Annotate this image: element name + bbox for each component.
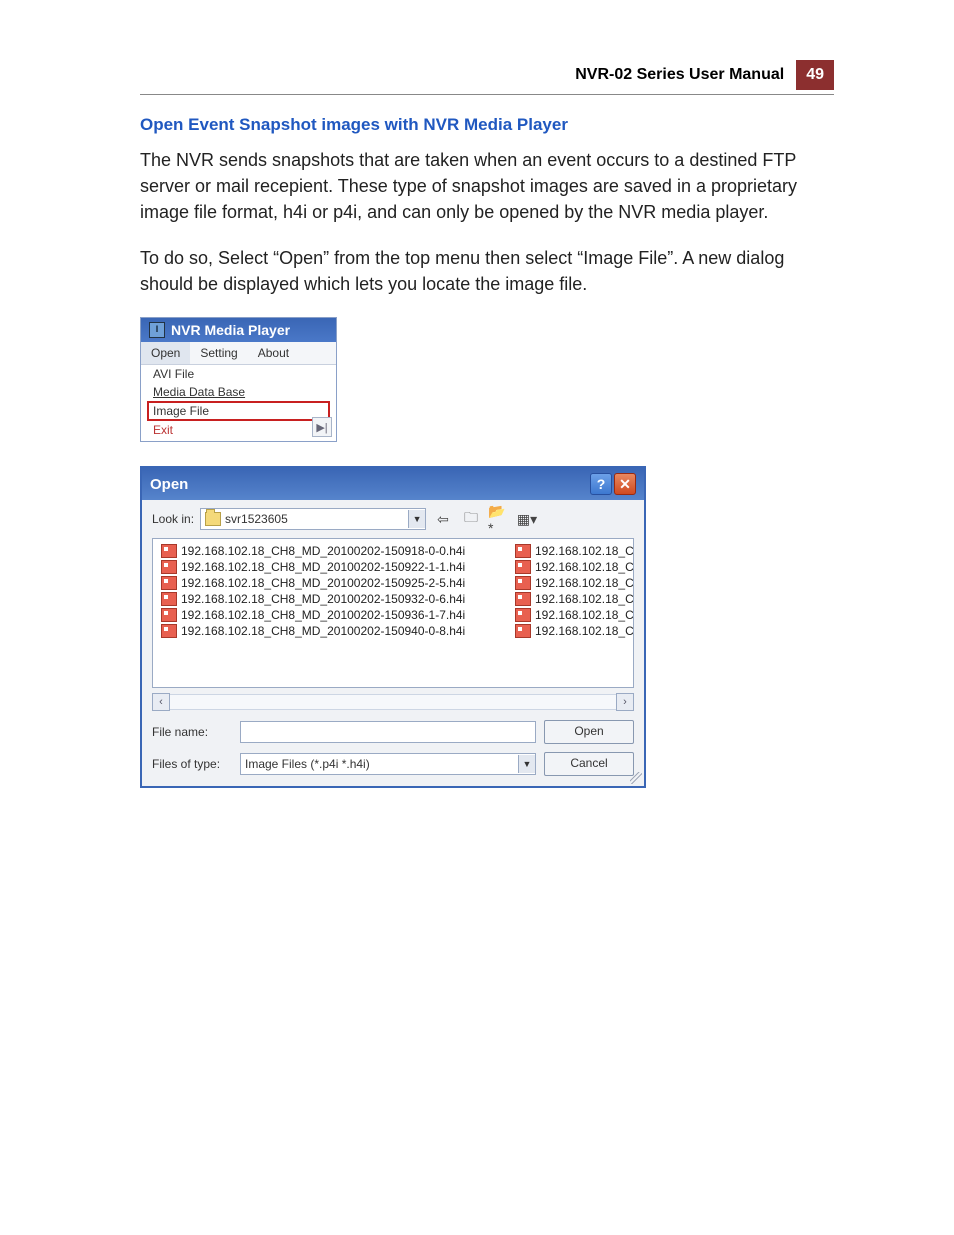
nvr-window-title: NVR Media Player bbox=[171, 322, 290, 338]
back-icon[interactable]: ⇦ bbox=[432, 509, 454, 529]
file-icon bbox=[161, 576, 177, 590]
file-item[interactable]: 192.168.102.18_CH8_MD_20100202-150925-2-… bbox=[161, 575, 499, 591]
page-number: 49 bbox=[796, 60, 834, 90]
scroll-left-icon[interactable]: ‹ bbox=[152, 693, 170, 711]
file-name-label: File name: bbox=[152, 725, 232, 739]
file-type-combo[interactable]: Image Files (*.p4i *.h4i) ▼ bbox=[240, 753, 536, 775]
folder-icon bbox=[205, 512, 221, 526]
nvr-media-player-window: I NVR Media Player Open Setting About AV… bbox=[140, 317, 337, 442]
resize-grip-icon[interactable] bbox=[630, 772, 642, 784]
view-menu-icon[interactable]: ▦▾ bbox=[516, 509, 538, 529]
page-header: NVR-02 Series User Manual 49 bbox=[140, 60, 834, 95]
file-icon bbox=[161, 544, 177, 558]
open-dialog-window: Open ? ✕ Look in: svr1523605 ▼ ⇦ 🗀 📂* ▦▾… bbox=[140, 466, 646, 788]
nvr-window-titlebar: I NVR Media Player bbox=[141, 318, 336, 342]
chevron-down-icon[interactable]: ▼ bbox=[518, 755, 535, 773]
menu-setting[interactable]: Setting bbox=[190, 342, 247, 364]
file-item[interactable]: 192.168.102.18_C bbox=[515, 623, 634, 639]
file-name-input[interactable] bbox=[240, 721, 536, 743]
up-one-level-icon[interactable]: 🗀 bbox=[460, 509, 482, 529]
menu-about[interactable]: About bbox=[248, 342, 299, 364]
open-dialog-titlebar: Open ? ✕ bbox=[142, 468, 644, 500]
file-list-col-1: 192.168.102.18_CH8_MD_20100202-150918-0-… bbox=[153, 539, 507, 687]
menu-item-exit[interactable]: Exit bbox=[141, 421, 336, 439]
menu-item-image-file[interactable]: Image File bbox=[147, 401, 330, 421]
chevron-down-icon[interactable]: ▼ bbox=[408, 510, 425, 528]
open-dialog-bottom: File name: Open Files of type: Image Fil… bbox=[142, 710, 644, 786]
file-type-value: Image Files (*.p4i *.h4i) bbox=[245, 757, 370, 771]
paragraph-2: To do so, Select “Open” from the top men… bbox=[140, 245, 834, 297]
file-item[interactable]: 192.168.102.18_C bbox=[515, 607, 634, 623]
paragraph-1: The NVR sends snapshots that are taken w… bbox=[140, 147, 834, 225]
close-icon[interactable]: ✕ bbox=[614, 473, 636, 495]
look-in-value: svr1523605 bbox=[225, 512, 288, 526]
file-icon bbox=[161, 624, 177, 638]
menu-item-avi-file[interactable]: AVI File bbox=[141, 365, 336, 383]
open-button[interactable]: Open bbox=[544, 720, 634, 744]
file-list-col-2: 192.168.102.18_C 192.168.102.18_C 192.16… bbox=[507, 539, 634, 687]
file-item[interactable]: 192.168.102.18_C bbox=[515, 559, 634, 575]
file-icon bbox=[515, 544, 531, 558]
file-type-label: Files of type: bbox=[152, 757, 232, 771]
file-list-area[interactable]: 192.168.102.18_CH8_MD_20100202-150918-0-… bbox=[152, 538, 634, 688]
help-icon[interactable]: ? bbox=[590, 473, 612, 495]
horizontal-scrollbar[interactable]: ‹ › bbox=[152, 694, 634, 710]
file-item[interactable]: 192.168.102.18_CH8_MD_20100202-150932-0-… bbox=[161, 591, 499, 607]
menu-item-media-database[interactable]: Media Data Base bbox=[141, 383, 336, 401]
file-icon bbox=[161, 592, 177, 606]
scroll-track[interactable] bbox=[170, 694, 616, 710]
file-item[interactable]: 192.168.102.18_CH8_MD_20100202-150918-0-… bbox=[161, 543, 499, 559]
file-icon bbox=[515, 576, 531, 590]
open-menu-dropdown: AVI File Media Data Base Image File Exit… bbox=[141, 365, 336, 441]
menu-open[interactable]: Open bbox=[141, 342, 190, 364]
file-item[interactable]: 192.168.102.18_C bbox=[515, 575, 634, 591]
file-icon bbox=[161, 608, 177, 622]
file-item[interactable]: 192.168.102.18_CH8_MD_20100202-150940-0-… bbox=[161, 623, 499, 639]
look-in-label: Look in: bbox=[152, 512, 194, 526]
header-title: NVR-02 Series User Manual bbox=[575, 66, 784, 84]
nvr-menubar: Open Setting About bbox=[141, 342, 336, 365]
open-dialog-toolbar: Look in: svr1523605 ▼ ⇦ 🗀 📂* ▦▾ bbox=[142, 500, 644, 538]
file-icon bbox=[515, 560, 531, 574]
section-heading: Open Event Snapshot images with NVR Medi… bbox=[140, 115, 834, 135]
file-item[interactable]: 192.168.102.18_C bbox=[515, 591, 634, 607]
file-item[interactable]: 192.168.102.18_CH8_MD_20100202-150922-1-… bbox=[161, 559, 499, 575]
file-item[interactable]: 192.168.102.18_CH8_MD_20100202-150936-1-… bbox=[161, 607, 499, 623]
new-folder-icon[interactable]: 📂* bbox=[488, 509, 510, 529]
file-icon bbox=[515, 608, 531, 622]
scroll-right-icon[interactable]: › bbox=[616, 693, 634, 711]
next-arrow-icon[interactable]: ▶| bbox=[312, 417, 332, 437]
open-dialog-title: Open bbox=[150, 476, 188, 493]
nvr-app-icon: I bbox=[149, 322, 165, 338]
file-icon bbox=[515, 624, 531, 638]
look-in-combo[interactable]: svr1523605 ▼ bbox=[200, 508, 426, 530]
file-icon bbox=[161, 560, 177, 574]
file-item[interactable]: 192.168.102.18_C bbox=[515, 543, 634, 559]
cancel-button[interactable]: Cancel bbox=[544, 752, 634, 776]
file-icon bbox=[515, 592, 531, 606]
